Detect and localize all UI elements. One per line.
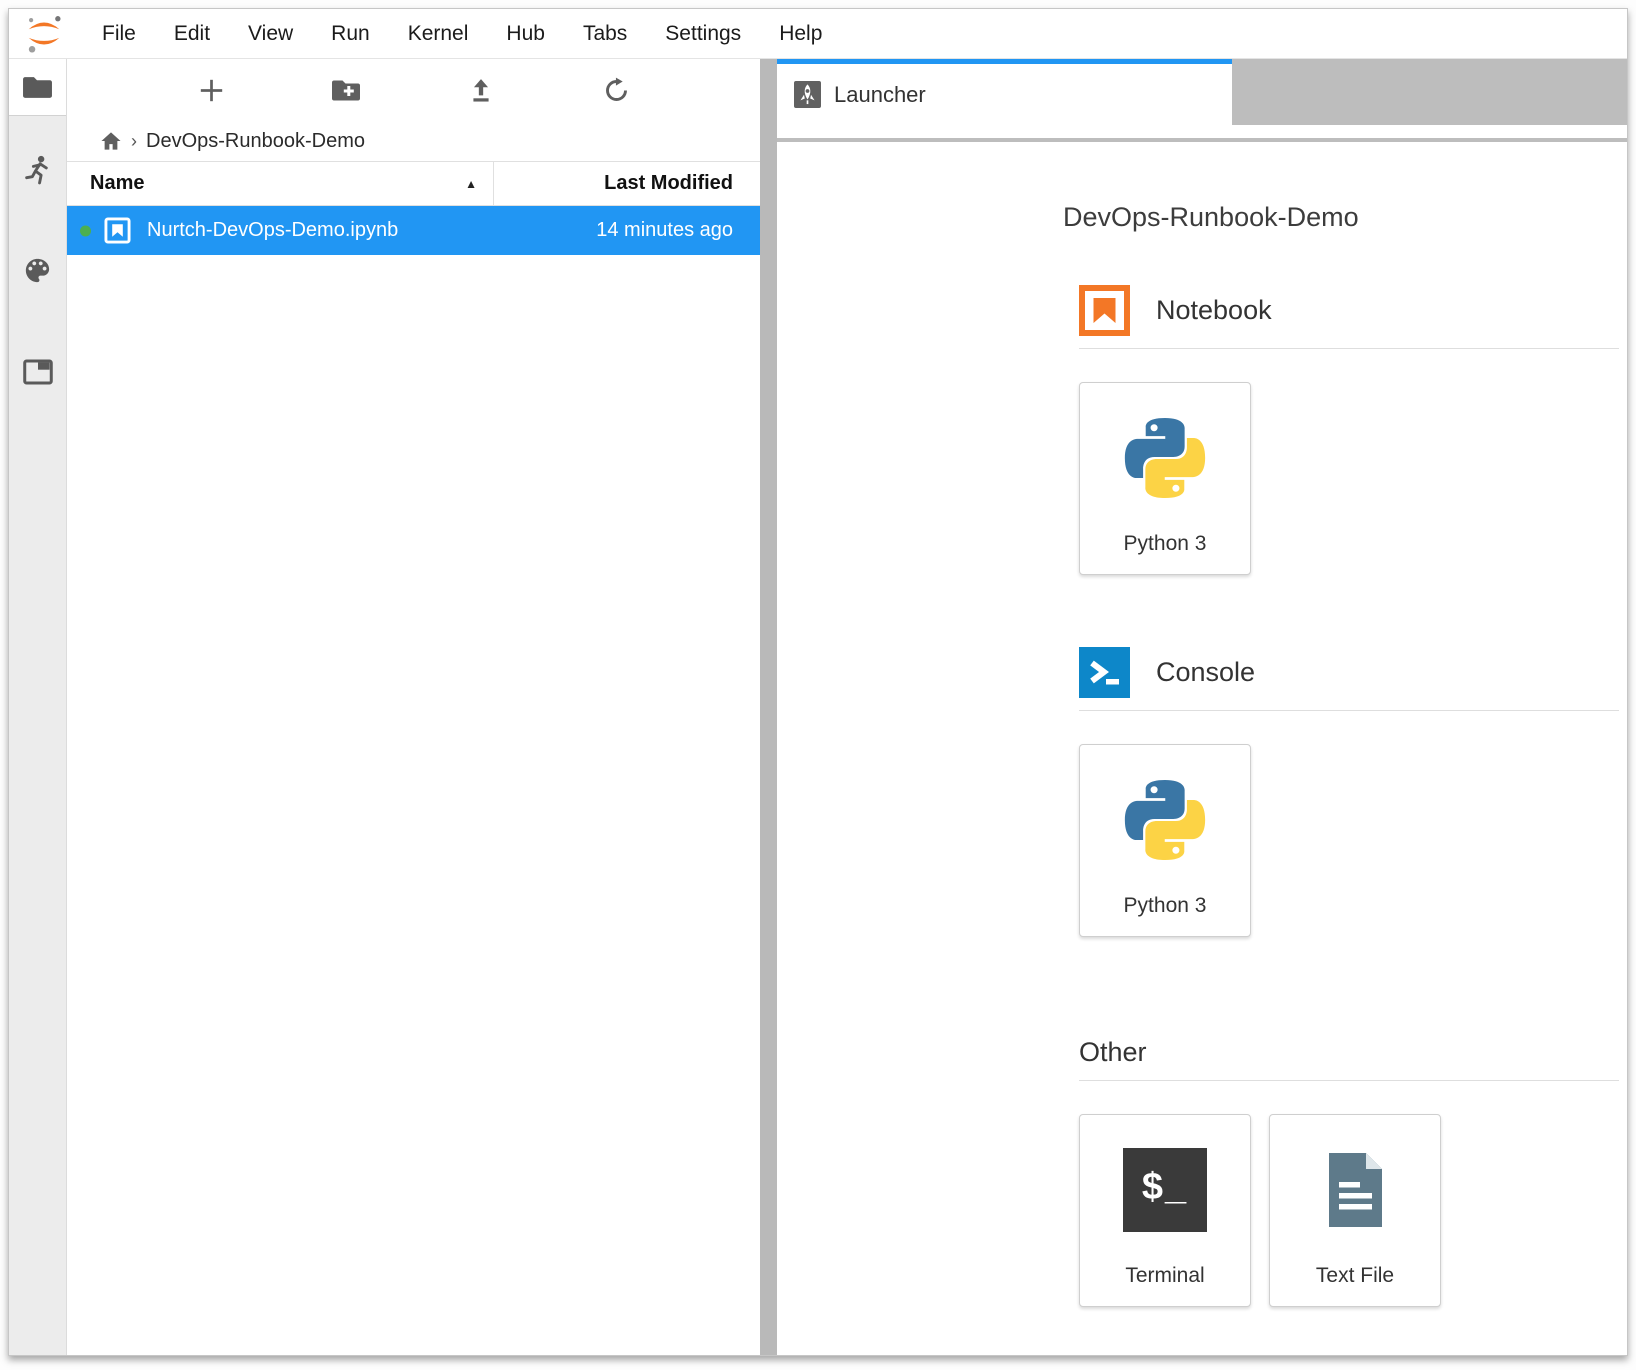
tabs-icon	[23, 359, 53, 385]
file-browser-panel: › DevOps-Runbook-Demo Name ▲ Last Modifi…	[67, 59, 760, 1355]
refresh-icon	[603, 77, 630, 104]
new-folder-button[interactable]	[329, 73, 363, 107]
name-column-label: Name	[90, 172, 144, 195]
launcher-card-text-file[interactable]: Text File	[1269, 1114, 1441, 1307]
terminal-glyph: $_	[1142, 1166, 1188, 1209]
menu-tabs[interactable]: Tabs	[564, 22, 646, 46]
panel-splitter[interactable]	[760, 59, 777, 1355]
terminal-icon: $_	[1123, 1148, 1207, 1232]
jupyter-logo-icon	[21, 13, 67, 55]
rocket-icon	[794, 81, 821, 108]
card-label: Text File	[1316, 1264, 1394, 1288]
card-label: Python 3	[1124, 532, 1207, 556]
activity-bar	[9, 59, 67, 1355]
column-header-name[interactable]: Name ▲	[67, 162, 494, 205]
python-logo	[1117, 772, 1213, 868]
breadcrumb-folder[interactable]: DevOps-Runbook-Demo	[146, 130, 365, 153]
launcher-card-terminal[interactable]: $_ Terminal	[1079, 1114, 1251, 1307]
section-header: Other	[1079, 1037, 1627, 1068]
python-logo	[1117, 410, 1213, 506]
sidebar-item-commands[interactable]	[9, 242, 66, 298]
running-man-icon	[24, 155, 51, 186]
column-header-modified[interactable]: Last Modified	[494, 172, 760, 195]
notebook-file-icon	[104, 217, 131, 244]
card-label: Terminal	[1125, 1264, 1204, 1288]
section-header: Notebook	[1079, 285, 1627, 336]
menu-settings[interactable]: Settings	[646, 22, 760, 46]
sort-ascending-icon: ▲	[465, 177, 477, 191]
plus-icon	[198, 77, 225, 104]
file-name: Nurtch-DevOps-Demo.ipynb	[147, 219, 398, 242]
notebook-icon	[1079, 285, 1130, 336]
folder-icon	[22, 75, 53, 100]
main-area: Launcher DevOps-Runbook-Demo Notebook	[777, 59, 1627, 1355]
menu-bar: File Edit View Run Kernel Hub Tabs Setti…	[9, 9, 1627, 59]
console-icon	[1079, 647, 1130, 698]
menu-run[interactable]: Run	[312, 22, 389, 46]
section-divider	[1079, 348, 1619, 349]
new-launcher-button[interactable]	[194, 73, 228, 107]
sidebar-item-running[interactable]	[9, 142, 66, 198]
launcher-card-console-python3[interactable]: Python 3	[1079, 744, 1251, 937]
menu-edit[interactable]: Edit	[155, 22, 229, 46]
launcher-section-other: Other $_ Terminal	[1079, 1037, 1627, 1307]
launcher-card-notebook-python3[interactable]: Python 3	[1079, 382, 1251, 575]
menu-help[interactable]: Help	[760, 22, 841, 46]
file-list-header: Name ▲ Last Modified	[67, 161, 760, 206]
menu-hub[interactable]: Hub	[487, 22, 564, 46]
file-browser-toolbar	[67, 59, 760, 121]
tab-launcher-label: Launcher	[834, 82, 926, 108]
launcher-cwd-title: DevOps-Runbook-Demo	[1063, 202, 1627, 233]
refresh-button[interactable]	[599, 73, 633, 107]
upload-icon	[468, 77, 494, 104]
palette-icon	[22, 255, 53, 286]
section-header: Console	[1079, 647, 1627, 698]
section-label: Console	[1156, 657, 1255, 688]
breadcrumb: › DevOps-Runbook-Demo	[67, 121, 760, 161]
tab-bar: Launcher	[777, 59, 1627, 125]
sidebar-item-files[interactable]	[9, 59, 66, 115]
kernel-running-dot	[80, 225, 91, 236]
file-modified: 14 minutes ago	[596, 219, 760, 242]
launcher-section-console: Console Python 3	[1079, 647, 1627, 937]
launcher-section-notebook: Notebook Python 3	[1079, 285, 1627, 575]
menu-file[interactable]: File	[83, 22, 155, 46]
menu-kernel[interactable]: Kernel	[389, 22, 488, 46]
section-divider	[1079, 1080, 1619, 1081]
sidebar-item-open-tabs[interactable]	[9, 344, 66, 400]
new-folder-icon	[331, 78, 361, 103]
section-label: Notebook	[1156, 295, 1272, 326]
launcher-panel: DevOps-Runbook-Demo Notebook	[777, 142, 1627, 1355]
section-divider	[1079, 710, 1619, 711]
breadcrumb-separator: ›	[131, 131, 137, 152]
jupyterlab-window: File Edit View Run Kernel Hub Tabs Setti…	[8, 8, 1628, 1356]
card-label: Python 3	[1124, 894, 1207, 918]
upload-button[interactable]	[464, 73, 498, 107]
tab-launcher[interactable]: Launcher	[777, 59, 1232, 125]
home-icon[interactable]	[100, 131, 122, 151]
file-row-selected[interactable]: Nurtch-DevOps-Demo.ipynb 14 minutes ago	[67, 206, 760, 255]
text-file-icon	[1313, 1148, 1397, 1232]
menu-view[interactable]: View	[229, 22, 312, 46]
tab-bar-gap	[777, 125, 1627, 138]
section-label: Other	[1079, 1037, 1147, 1068]
